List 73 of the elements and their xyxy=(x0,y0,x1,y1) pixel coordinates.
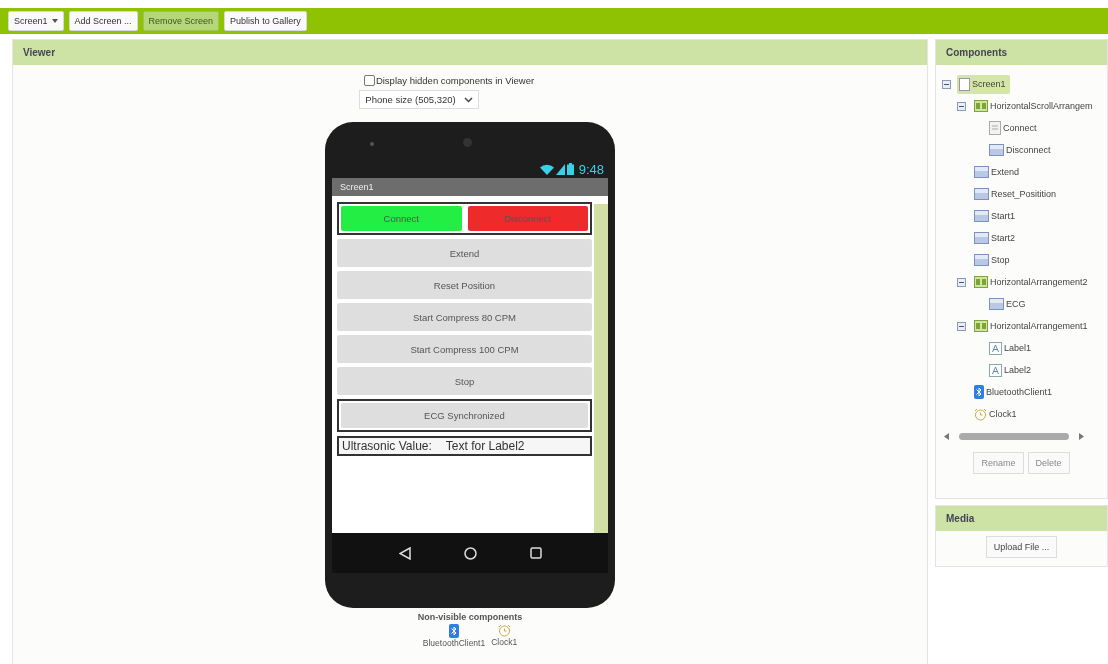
component-name: Clock1 xyxy=(491,637,518,647)
scroll-right-icon[interactable] xyxy=(1079,433,1084,440)
toolbar-button[interactable]: Publish to Gallery xyxy=(224,11,307,31)
tree-item[interactable]: Label1 xyxy=(1004,343,1032,353)
component-name: BluetoothClient1 xyxy=(422,638,486,648)
panel-header: Viewer xyxy=(13,40,927,65)
arrangement-icon xyxy=(974,100,988,112)
scroll-left-icon[interactable] xyxy=(944,433,949,440)
app-button[interactable]: Start Compress 100 CPM xyxy=(337,335,592,363)
recent-apps-icon[interactable] xyxy=(529,547,542,559)
tree-item[interactable]: ECG xyxy=(1006,299,1026,309)
collapse-icon[interactable] xyxy=(942,79,951,89)
alarm-clock-icon xyxy=(974,407,987,421)
button-icon xyxy=(989,298,1004,310)
tree-item[interactable]: HorizontalArrangement2 xyxy=(990,277,1088,287)
button-icon xyxy=(974,210,989,222)
app-title-bar: Screen1 xyxy=(332,178,608,196)
screen-dropdown[interactable]: Screen1 xyxy=(8,11,64,31)
tree-item[interactable]: Clock1 xyxy=(989,409,1017,419)
collapse-icon[interactable] xyxy=(957,101,966,111)
tree-item[interactable]: HorizontalScrollArrangem xyxy=(990,101,1093,111)
button-icon xyxy=(974,232,989,244)
upload-file-button[interactable]: Upload File ... xyxy=(985,536,1058,558)
app-button[interactable]: Start Compress 80 CPM xyxy=(337,303,592,331)
button-icon xyxy=(989,144,1004,156)
tree-item[interactable]: Disconnect xyxy=(1006,145,1051,155)
app-button[interactable]: Extend xyxy=(337,239,592,267)
tree-item[interactable]: Connect xyxy=(1003,123,1037,133)
tree-item[interactable]: Extend xyxy=(991,167,1020,177)
toolbar-button[interactable]: Add Screen ... xyxy=(68,11,138,31)
checkbox-label: Display hidden components in Viewer xyxy=(375,75,535,86)
button-icon xyxy=(974,254,989,266)
app-button[interactable]: ECG Synchronized xyxy=(341,403,588,428)
wifi-icon xyxy=(539,163,554,175)
caret-icon xyxy=(51,19,58,23)
panel-header: Components xyxy=(936,40,1107,65)
phone-size-dropdown[interactable]: Phone size (505,320) xyxy=(359,90,479,109)
collapse-icon[interactable] xyxy=(957,277,966,287)
label-icon xyxy=(989,363,1002,377)
non-visible-title: Non-visible components xyxy=(417,612,523,622)
clock-time: 9:48 xyxy=(578,161,604,177)
button-icon xyxy=(989,121,1001,135)
button-icon xyxy=(974,166,989,178)
alarm-clock-icon xyxy=(497,624,511,637)
label-icon xyxy=(989,341,1002,355)
scrollbar-thumb[interactable] xyxy=(959,433,1069,440)
bluetooth-icon xyxy=(974,385,984,399)
battery-icon xyxy=(566,163,574,175)
tree-item[interactable]: Label2 xyxy=(1004,365,1032,375)
tree-item[interactable]: Stop xyxy=(991,255,1010,265)
screen-icon xyxy=(959,77,970,91)
app-button[interactable]: Stop xyxy=(337,367,592,395)
button-icon xyxy=(974,188,989,200)
chevron-icon xyxy=(463,96,473,103)
app-button[interactable]: Reset Position xyxy=(337,271,592,299)
back-icon[interactable] xyxy=(398,546,411,560)
tree-item[interactable]: Start1 xyxy=(991,211,1015,221)
tree-item[interactable]: BluetoothClient1 xyxy=(986,387,1053,397)
app-label: Ultrasonic Value: xyxy=(342,439,432,453)
tree-item[interactable]: Start2 xyxy=(991,233,1015,243)
tree-item[interactable]: Reset_Positition xyxy=(991,189,1057,199)
signal-icon xyxy=(555,163,565,175)
collapse-icon[interactable] xyxy=(957,321,966,331)
panel-header: Media xyxy=(936,506,1107,531)
arrangement-icon xyxy=(974,276,988,288)
app-label: Text for Label2 xyxy=(445,439,525,453)
checkbox[interactable] xyxy=(363,75,375,86)
bluetooth-icon xyxy=(449,624,459,638)
app-button[interactable]: Connect xyxy=(341,206,462,231)
tree-item[interactable]: HorizontalArrangement1 xyxy=(990,321,1088,331)
phone-sensor-icon xyxy=(370,142,374,146)
arrangement-icon xyxy=(974,320,988,332)
home-icon[interactable] xyxy=(463,546,477,560)
